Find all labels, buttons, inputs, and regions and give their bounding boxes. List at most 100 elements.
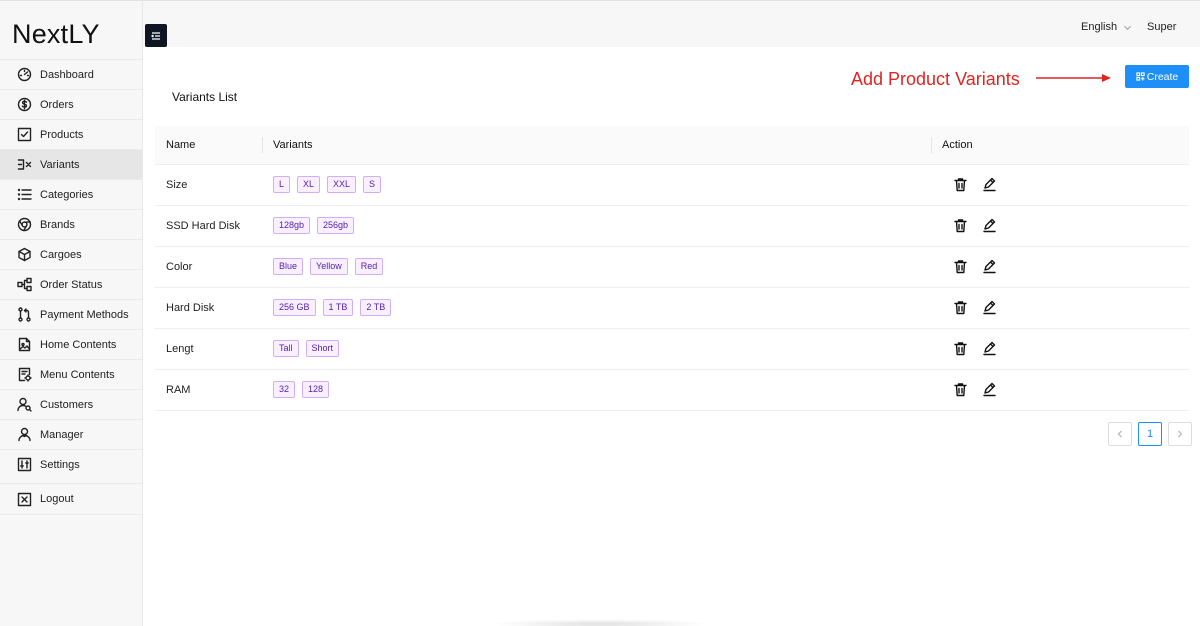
table-header-row: Name Variants Action xyxy=(155,126,1189,165)
variant-tag: 2 TB xyxy=(360,299,392,316)
file-image-icon xyxy=(17,337,32,352)
edit-icon[interactable] xyxy=(981,218,997,234)
delete-icon[interactable] xyxy=(952,300,968,316)
variant-values-cell: 128gb 256gb xyxy=(262,205,931,247)
chevron-left-icon xyxy=(1117,430,1122,438)
variant-tag: XL xyxy=(297,176,321,193)
edit-icon[interactable] xyxy=(981,177,997,193)
variant-tag: Short xyxy=(305,340,340,357)
sidebar-item-products[interactable]: Products xyxy=(0,119,142,149)
table-row: Lengt Tall Short xyxy=(155,328,1189,370)
sidebar-item-label: Products xyxy=(40,128,84,141)
variant-name-cell: Lengt xyxy=(155,328,262,370)
variant-tag: S xyxy=(363,176,382,193)
delete-icon[interactable] xyxy=(952,259,968,275)
user-menu[interactable]: Super xyxy=(1147,21,1176,33)
variant-tag: Red xyxy=(354,258,384,275)
sidebar-item-label: Logout xyxy=(40,493,74,505)
chevron-right-icon xyxy=(1178,430,1183,438)
action-cell xyxy=(931,246,1189,288)
sidebar-item-label: Brands xyxy=(40,218,75,231)
gauge-icon xyxy=(17,67,32,82)
file-settings-icon xyxy=(17,367,32,382)
variants-icon xyxy=(17,157,32,172)
sidebar-item-categories[interactable]: Categories xyxy=(0,179,142,209)
language-label: English xyxy=(1081,21,1118,33)
delete-icon[interactable] xyxy=(952,177,968,193)
variant-values-cell: 32 128 xyxy=(262,369,931,411)
sidebar-item-brands[interactable]: Brands xyxy=(0,209,142,239)
variant-values-cell: Tall Short xyxy=(262,328,931,370)
prev-page-button[interactable] xyxy=(1108,422,1132,446)
chevron-down-icon xyxy=(1124,25,1132,30)
edit-icon[interactable] xyxy=(981,259,997,275)
variant-tag: XXL xyxy=(327,176,357,193)
page-button-current[interactable]: 1 xyxy=(1138,422,1162,446)
create-button-label: Create xyxy=(1146,70,1179,83)
variant-tag: Blue xyxy=(273,258,304,275)
variants-table: Name Variants Action Size L XL XXL S SSD Hard… xyxy=(155,126,1189,411)
sidebar-item-label: Settings xyxy=(40,458,80,471)
user-search-icon xyxy=(17,397,32,412)
edit-icon[interactable] xyxy=(981,300,997,316)
sidebar-item-customers[interactable]: Customers xyxy=(0,389,142,419)
menu-toggle-button[interactable] xyxy=(145,24,167,47)
table-row: RAM 32 128 xyxy=(155,369,1189,411)
variant-name-cell: SSD Hard Disk xyxy=(155,205,262,247)
next-page-button[interactable] xyxy=(1168,422,1192,446)
delete-icon[interactable] xyxy=(952,218,968,234)
sidebar-item-manager[interactable]: Manager xyxy=(0,419,142,449)
sidebar-item-dashboard[interactable]: Dashboard xyxy=(0,59,142,89)
column-header-variants: Variants xyxy=(262,126,931,165)
sidebar-item-cargoes[interactable]: Cargoes xyxy=(0,239,142,269)
sidebar-item-payment-methods[interactable]: Payment Methods xyxy=(0,299,142,329)
table-row: SSD Hard Disk 128gb 256gb xyxy=(155,205,1189,247)
sidebar-item-logout[interactable]: Logout xyxy=(0,483,142,515)
delete-icon[interactable] xyxy=(952,382,968,398)
edit-icon[interactable] xyxy=(981,341,997,357)
column-header-action: Action xyxy=(931,126,1189,165)
top-header: English Super xyxy=(143,1,1200,47)
sidebar-item-menu-contents[interactable]: Menu Contents xyxy=(0,359,142,389)
dollar-circle-icon xyxy=(17,97,32,112)
column-header-name: Name xyxy=(155,126,262,165)
x-square-icon xyxy=(17,492,32,507)
sidebar-item-orders[interactable]: Orders xyxy=(0,89,142,119)
sidebar-item-label: Variants xyxy=(40,158,80,171)
user-icon xyxy=(17,427,32,442)
variant-tag: 32 xyxy=(273,381,296,398)
sidebar-item-label: Categories xyxy=(40,188,94,201)
edit-icon[interactable] xyxy=(981,382,997,398)
sidebar-item-label: Menu Contents xyxy=(40,368,115,381)
sidebar-item-variants[interactable]: Variants xyxy=(0,149,142,179)
list-title: Variants List xyxy=(172,90,238,104)
brand-logo: NextLY xyxy=(12,19,100,49)
action-cell xyxy=(931,369,1189,411)
create-grid-icon xyxy=(1136,72,1145,81)
variant-tag: 256 GB xyxy=(273,299,316,316)
variant-tag: Yellow xyxy=(310,258,348,275)
sidebar: NextLY Dashboard Orders Products Variants Ca… xyxy=(0,1,143,626)
action-cell xyxy=(931,164,1189,206)
annotation-text: Add Product Variants xyxy=(851,69,1020,89)
list-icon xyxy=(17,187,32,202)
action-cell xyxy=(931,287,1189,329)
create-button[interactable]: Create xyxy=(1125,65,1189,88)
variant-name-cell: Size xyxy=(155,164,262,206)
sidebar-item-settings[interactable]: Settings xyxy=(0,449,142,479)
language-selector[interactable]: English xyxy=(1081,21,1132,33)
bottom-shadow xyxy=(490,619,710,626)
git-pull-icon xyxy=(17,307,32,322)
sidebar-item-label: Manager xyxy=(40,428,84,441)
sidebar-item-label: Orders xyxy=(40,98,74,111)
action-cell xyxy=(931,328,1189,370)
variant-tag: 128 xyxy=(302,381,330,398)
annotation-arrow-icon xyxy=(1036,74,1111,82)
variant-name-cell: Color xyxy=(155,246,262,288)
table-row: Hard Disk 256 GB 1 TB 2 TB xyxy=(155,287,1189,329)
sidebar-item-order-status[interactable]: Order Status xyxy=(0,269,142,299)
sidebar-item-home-contents[interactable]: Home Contents xyxy=(0,329,142,359)
box-icon xyxy=(17,247,32,262)
delete-icon[interactable] xyxy=(952,341,968,357)
variant-name-cell: RAM xyxy=(155,369,262,411)
